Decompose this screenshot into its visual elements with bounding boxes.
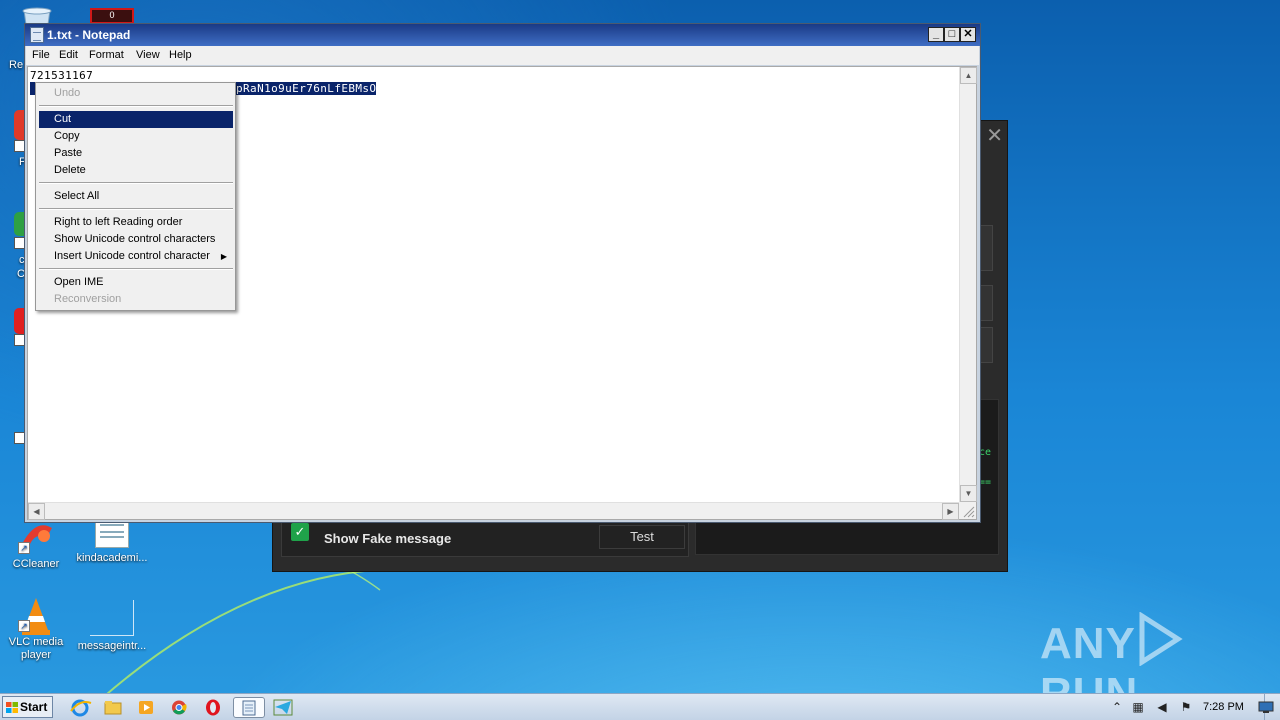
vertical-scrollbar[interactable]: ▲ ▼ [959, 67, 977, 502]
internet-explorer-icon [70, 699, 92, 717]
ctx-cut[interactable]: Cut [39, 111, 233, 128]
monitor-icon [1258, 701, 1274, 713]
horizontal-scrollbar[interactable]: ◀ ▶ [28, 502, 959, 520]
menu-help[interactable]: Help [169, 49, 192, 61]
maximize-button[interactable]: □ [944, 27, 960, 42]
taskbar: Start ⌃ ▦ ◀ ⚑ 7:28 PM [0, 693, 1280, 720]
volume-icon[interactable]: ◀ [1155, 700, 1169, 714]
submenu-arrow-icon: ▶ [220, 252, 227, 261]
ctx-separator [39, 208, 233, 210]
minimize-button[interactable]: _ [928, 27, 944, 42]
scroll-up-icon[interactable]: ▲ [960, 67, 977, 84]
windows-flag-icon [6, 702, 18, 713]
ctx-select-all[interactable]: Select All [39, 188, 233, 205]
ctx-separator [39, 182, 233, 184]
scroll-right-icon[interactable]: ▶ [942, 503, 959, 520]
close-button[interactable]: ✕ [960, 27, 976, 42]
chrome-icon [172, 700, 187, 715]
close-icon[interactable]: ✕ [986, 123, 1003, 148]
taskbar-explorer[interactable] [100, 697, 126, 718]
start-label: Start [20, 700, 48, 714]
scroll-left-icon[interactable]: ◀ [28, 503, 45, 520]
menu-bar: File Edit Format View Help [26, 46, 979, 65]
notepad-icon [30, 27, 44, 43]
ctx-undo[interactable]: Undo [39, 85, 233, 102]
resize-grip-icon[interactable] [959, 502, 976, 519]
selected-text: pRaN1o9uEr76nLfEBMsO [236, 82, 377, 95]
show-hidden-icons-icon[interactable]: ⌃ [1110, 700, 1124, 714]
ctx-separator [39, 105, 233, 107]
ctx-open-ime[interactable]: Open IME [39, 274, 233, 291]
taskbar-notepad[interactable] [233, 697, 265, 718]
menu-file[interactable]: File [32, 49, 50, 61]
taskbar-chrome[interactable] [166, 697, 192, 718]
ctx-paste[interactable]: Paste [39, 145, 233, 162]
title-bar[interactable]: 1.txt - Notepad _ □ ✕ [25, 24, 980, 46]
ctx-insert-unicode[interactable]: Insert Unicode control character ▶ [39, 248, 233, 265]
taskbar-telegram[interactable] [270, 697, 296, 718]
taskbar-opera[interactable] [200, 697, 226, 718]
opera-icon [206, 699, 220, 716]
show-fake-message-label: Show Fake message [324, 531, 452, 546]
action-center-flag-icon[interactable]: ⚑ [1179, 700, 1193, 714]
menu-view[interactable]: View [136, 49, 160, 61]
window-title: 1.txt - Notepad [47, 28, 131, 42]
ctx-delete[interactable]: Delete [39, 162, 233, 179]
taskbar-ie[interactable] [67, 697, 93, 718]
network-icon[interactable]: ▦ [1131, 700, 1145, 714]
text-line-1: 721531167 [30, 69, 94, 82]
notepad-icon [242, 700, 256, 716]
taskbar-media-player[interactable] [133, 697, 159, 718]
play-triangle-icon [1139, 612, 1183, 666]
ctx-copy[interactable]: Copy [39, 128, 233, 145]
scroll-down-icon[interactable]: ▼ [960, 485, 977, 502]
start-button[interactable]: Start [2, 696, 53, 718]
ctx-rtl-reading-order[interactable]: Right to left Reading order [39, 214, 233, 231]
folder-icon [104, 701, 122, 715]
paper-plane-icon [273, 699, 293, 716]
context-menu: Undo Cut Copy Paste Delete Select All Ri… [35, 82, 236, 311]
watermark-left: ANY [1040, 619, 1136, 668]
ctx-insert-unicode-label: Insert Unicode control character [54, 250, 210, 262]
media-player-icon [139, 701, 153, 714]
test-button[interactable]: Test [599, 525, 685, 549]
clock[interactable]: 7:28 PM [1203, 701, 1244, 713]
ctx-show-unicode[interactable]: Show Unicode control characters [39, 231, 233, 248]
ctx-reconversion[interactable]: Reconversion [39, 291, 233, 308]
menu-edit[interactable]: Edit [59, 49, 78, 61]
show-fake-message-checkbox[interactable]: ✓ [291, 523, 309, 541]
menu-format[interactable]: Format [89, 49, 124, 61]
ctx-separator [39, 268, 233, 270]
